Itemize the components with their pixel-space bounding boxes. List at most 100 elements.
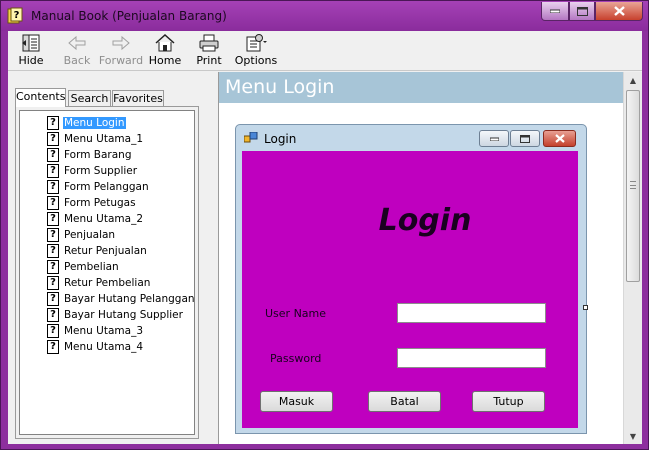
print-button[interactable]: Print bbox=[194, 33, 224, 69]
help-topic-icon: ? bbox=[47, 227, 59, 242]
password-field[interactable] bbox=[397, 348, 546, 368]
tree-item[interactable]: ? Form Petugas bbox=[47, 195, 137, 210]
help-topic-icon: ? bbox=[47, 211, 59, 226]
tree-item-label: Bayar Hutang Pelanggan bbox=[64, 292, 195, 305]
print-label: Print bbox=[196, 54, 222, 67]
resize-handle bbox=[583, 305, 588, 310]
maximize-button[interactable] bbox=[569, 2, 595, 21]
tree-item-label: Form Petugas bbox=[64, 196, 136, 209]
tab-favorites[interactable]: Favorites bbox=[112, 90, 164, 107]
tree-item-label: Form Pelanggan bbox=[64, 180, 149, 193]
login-close-button[interactable] bbox=[543, 130, 576, 147]
title-bar[interactable]: ? Manual Book (Penjualan Barang) bbox=[1, 1, 648, 31]
toolbar: Hide Back Forward Home Print Options bbox=[8, 31, 642, 71]
username-field[interactable] bbox=[397, 303, 546, 323]
minimize-button[interactable] bbox=[541, 2, 569, 21]
tree-item[interactable]: ? Pembelian bbox=[47, 259, 120, 274]
printer-icon bbox=[199, 34, 219, 52]
tree-item[interactable]: ? Form Supplier bbox=[47, 163, 138, 178]
help-book-icon: ? bbox=[7, 7, 23, 24]
home-button[interactable]: Home bbox=[148, 33, 182, 69]
tree-item-menu-login[interactable]: ? Menu Login bbox=[47, 115, 126, 130]
forward-button[interactable]: Forward bbox=[98, 33, 144, 69]
tree-item[interactable]: ? Form Barang bbox=[47, 147, 133, 162]
login-maximize-button[interactable] bbox=[510, 130, 540, 147]
scroll-thumb[interactable] bbox=[626, 90, 640, 282]
form-icon bbox=[244, 132, 258, 143]
scroll-up-arrow-icon[interactable]: ▲ bbox=[624, 72, 642, 88]
help-topic-icon: ? bbox=[47, 147, 59, 162]
help-topic-icon: ? bbox=[47, 291, 59, 306]
options-icon bbox=[246, 34, 267, 52]
pane-splitter[interactable] bbox=[208, 72, 218, 444]
tree-item-label: Menu Utama_3 bbox=[64, 324, 143, 337]
tree-item[interactable]: ? Bayar Hutang Pelanggan bbox=[47, 291, 195, 306]
help-topic-icon: ? bbox=[47, 243, 59, 258]
tree-item[interactable]: ? Bayar Hutang Supplier bbox=[47, 307, 184, 322]
options-label: Options bbox=[234, 54, 278, 67]
vertical-scrollbar[interactable]: ▲ ▼ bbox=[623, 72, 642, 444]
password-label: Password bbox=[270, 352, 322, 365]
tree-item[interactable]: ? Menu Utama_1 bbox=[47, 131, 144, 146]
close-icon bbox=[613, 6, 625, 16]
tree-item-label: Menu Utama_1 bbox=[64, 132, 143, 145]
help-topic-icon: ? bbox=[47, 179, 59, 194]
scroll-down-arrow-icon[interactable]: ▼ bbox=[624, 428, 642, 444]
back-label: Back bbox=[63, 54, 91, 67]
login-window-screenshot: Login Login User Name Password Masuk Bat… bbox=[235, 124, 587, 434]
tree-item[interactable]: ? Retur Pembelian bbox=[47, 275, 151, 290]
tree-item-label: Form Barang bbox=[64, 148, 132, 161]
batal-button[interactable]: Batal bbox=[368, 391, 441, 412]
tree-item-label: Retur Pembelian bbox=[64, 276, 151, 289]
help-topic-icon: ? bbox=[47, 259, 59, 274]
help-topic-icon: ? bbox=[47, 131, 59, 146]
minimize-icon bbox=[550, 9, 560, 13]
tree-item-label: Menu Utama_2 bbox=[64, 212, 143, 225]
hide-button[interactable]: Hide bbox=[14, 33, 48, 69]
login-minimize-button[interactable] bbox=[479, 130, 509, 147]
window-title: Manual Book (Penjualan Barang) bbox=[31, 9, 227, 23]
maximize-icon bbox=[520, 134, 530, 143]
tab-contents[interactable]: Contents bbox=[15, 88, 66, 107]
home-label: Home bbox=[148, 54, 182, 67]
tree-item[interactable]: ? Form Pelanggan bbox=[47, 179, 150, 194]
hide-label: Hide bbox=[18, 54, 44, 67]
tree-item-label: Menu Login bbox=[63, 116, 126, 129]
back-button[interactable]: Back bbox=[60, 33, 94, 69]
contents-tree[interactable]: ? Menu Login ? Menu Utama_1 ? Form Barang ?… bbox=[19, 110, 195, 435]
help-topic-icon: ? bbox=[47, 163, 59, 178]
help-topic-icon: ? bbox=[47, 275, 59, 290]
tree-item[interactable]: ? Menu Utama_2 bbox=[47, 211, 144, 226]
username-label: User Name bbox=[265, 307, 327, 320]
login-form-body: Login User Name Password Masuk Batal Tut… bbox=[242, 151, 578, 428]
tree-item[interactable]: ? Menu Utama_3 bbox=[47, 323, 144, 338]
topic-header: Menu Login bbox=[219, 72, 623, 103]
tree-item-label: Penjualan bbox=[64, 228, 116, 241]
back-arrow-icon bbox=[68, 35, 86, 51]
close-icon bbox=[554, 134, 565, 143]
tree-item[interactable]: ? Menu Utama_4 bbox=[47, 339, 144, 354]
help-client-area: Hide Back Forward Home Print Options Con… bbox=[8, 31, 642, 444]
help-topic-icon: ? bbox=[47, 323, 59, 338]
options-button[interactable]: Options bbox=[234, 33, 278, 69]
tab-search[interactable]: Search bbox=[68, 90, 111, 107]
minimize-icon bbox=[489, 137, 499, 141]
topic-title: Menu Login bbox=[225, 76, 335, 98]
login-window-title: Login bbox=[264, 132, 297, 146]
maximize-icon bbox=[576, 6, 588, 16]
grip-icon bbox=[630, 181, 636, 189]
tree-item-label: Form Supplier bbox=[64, 164, 138, 177]
help-topic-icon: ? bbox=[47, 115, 59, 130]
svg-text:?: ? bbox=[14, 10, 20, 21]
tree-item-label: Pembelian bbox=[64, 260, 119, 273]
tree-item[interactable]: ? Retur Penjualan bbox=[47, 243, 148, 258]
help-topic-icon: ? bbox=[47, 339, 59, 354]
help-topic-icon: ? bbox=[47, 307, 59, 322]
tree-item-label: Retur Penjualan bbox=[64, 244, 147, 257]
tree-item[interactable]: ? Penjualan bbox=[47, 227, 116, 242]
close-button[interactable] bbox=[595, 2, 643, 21]
masuk-button[interactable]: Masuk bbox=[260, 391, 333, 412]
help-topic-icon: ? bbox=[47, 195, 59, 210]
home-icon bbox=[155, 33, 175, 52]
tutup-button[interactable]: Tutup bbox=[472, 391, 545, 412]
